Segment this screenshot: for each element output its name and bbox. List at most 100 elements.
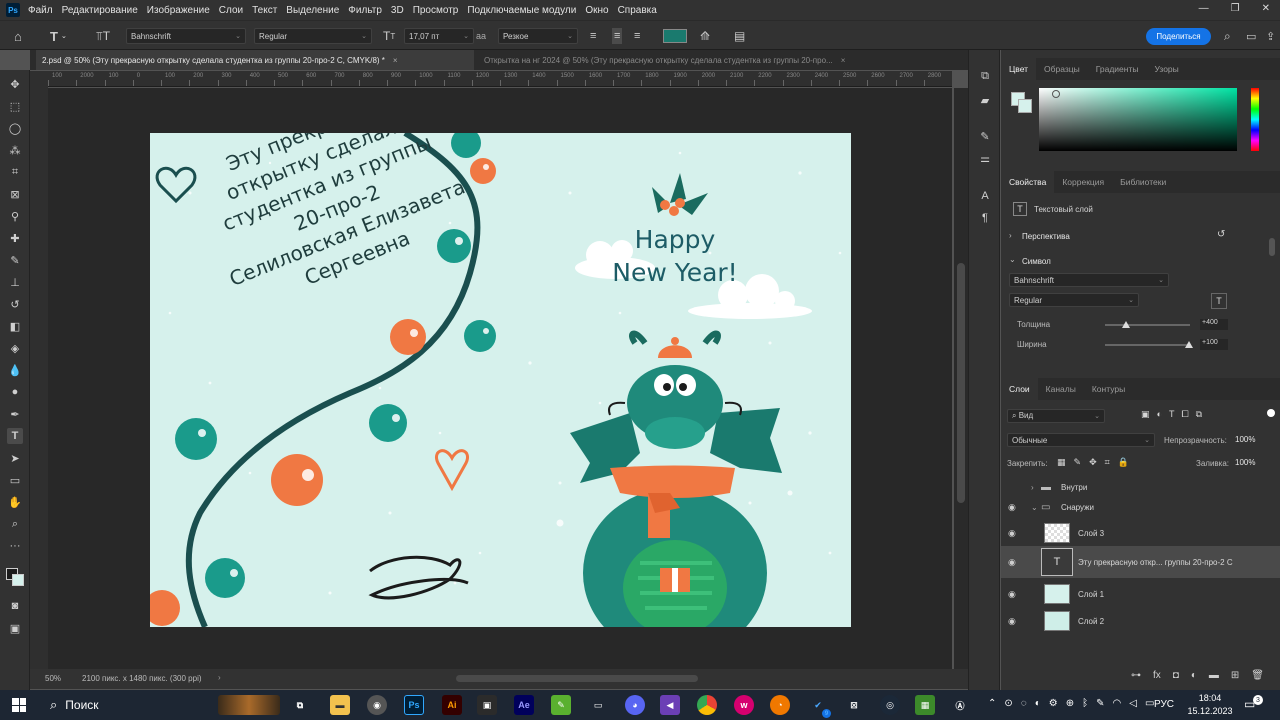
menu-file[interactable]: Файл (28, 5, 53, 16)
lock-transparent-icon[interactable]: ▦ (1057, 457, 1066, 468)
lock-artboard-icon[interactable]: ⌗ (1105, 457, 1110, 468)
lasso-tool-icon[interactable]: ◯ (7, 120, 23, 136)
warp-text-icon[interactable]: ⟰ (700, 28, 710, 44)
tab-layers[interactable]: Слои (1001, 378, 1038, 400)
screen-mode-icon[interactable]: ▣ (7, 620, 23, 636)
menu-image[interactable]: Изображение (147, 5, 210, 16)
add-mask-icon[interactable]: ◘ (1173, 670, 1179, 681)
illustrator-icon[interactable]: Ai (442, 695, 462, 715)
status-menu-arrow[interactable]: › (218, 673, 221, 682)
menu-window[interactable]: Окно (585, 5, 608, 16)
pen-tool-icon[interactable]: ✒ (7, 406, 23, 422)
menu-layers[interactable]: Слои (219, 5, 243, 16)
filter-adjustment-icon[interactable]: ◐ (1157, 409, 1162, 420)
antialias-select[interactable]: Резкое ⌄ (498, 28, 578, 44)
type-tool-icon[interactable]: T (7, 428, 23, 444)
properties-font-family[interactable]: Bahnschrift ⌄ (1009, 273, 1169, 287)
background-color-swatch[interactable] (12, 574, 24, 586)
scrollbar-thumb[interactable] (957, 263, 965, 503)
comments-panel-icon[interactable]: ▰ (977, 92, 993, 108)
adjustments-icon[interactable]: ⚌ (977, 150, 993, 166)
filter-type-icon[interactable]: T (1169, 409, 1175, 420)
rectangle-tool-icon[interactable]: ▭ (7, 472, 23, 488)
quick-mask-icon[interactable]: ◙ (7, 598, 23, 614)
history-brush-tool-icon[interactable]: ↺ (7, 296, 23, 312)
expand-icon[interactable]: › (1031, 483, 1034, 492)
news-widget-icon[interactable] (218, 695, 280, 715)
vertical-scrollbar[interactable] (954, 88, 968, 669)
visual-studio-icon[interactable]: ◀ (660, 695, 680, 715)
horizontal-scrollbar-thumb[interactable] (456, 675, 698, 682)
menu-view[interactable]: Просмотр (413, 5, 459, 16)
new-group-icon[interactable]: ▬ (1209, 670, 1219, 681)
menu-filter[interactable]: Фильтр (348, 5, 382, 16)
share-export-icon[interactable]: ⇪ (1266, 28, 1275, 44)
collapse-icon[interactable]: ⌄ (1009, 255, 1016, 264)
color-picker-field[interactable] (1039, 88, 1237, 151)
app-tray-icon[interactable]: ⊙ (1004, 698, 1012, 709)
brush-tool-icon[interactable]: ✎ (7, 252, 23, 268)
zoom-tool-icon[interactable]: ⌕ (7, 516, 23, 532)
align-right-icon[interactable]: ≡ (634, 28, 640, 44)
eye-icon[interactable]: ◉ (1008, 557, 1020, 568)
home-icon[interactable]: ⌂ (14, 28, 22, 44)
blender-icon[interactable]: ◔ (770, 695, 790, 715)
history-panel-icon[interactable]: ⧉ (977, 68, 993, 84)
path-selection-tool-icon[interactable]: ➤ (7, 450, 23, 466)
speaker-icon[interactable]: ◁ (1129, 698, 1137, 709)
magic-wand-tool-icon[interactable]: ⁂ (7, 142, 23, 158)
zoom-level[interactable]: 50% (45, 674, 61, 683)
app-tray-icon[interactable]: ◌ (1021, 698, 1027, 709)
fill-value[interactable]: 100% (1235, 458, 1255, 467)
paragraph-panel-icon[interactable]: ¶ (977, 210, 993, 226)
discord-icon[interactable]: ◕ (625, 695, 645, 715)
properties-font-style[interactable]: Regular ⌄ (1009, 293, 1139, 307)
eyedropper-tool-icon[interactable]: ⚲ (7, 208, 23, 224)
minimize-button[interactable]: — (1199, 3, 1209, 14)
wifi-icon[interactable]: ◠ (1113, 698, 1122, 709)
weight-slider[interactable] (1105, 324, 1190, 326)
layer-row[interactable]: ◉ Слой 3 (1001, 518, 1280, 548)
tab-channels[interactable]: Каналы (1038, 378, 1084, 400)
font-style-select[interactable]: Regular ⌄ (254, 28, 372, 44)
character-panel-icon[interactable]: A (977, 188, 993, 204)
tab-libraries[interactable]: Библиотеки (1112, 171, 1174, 193)
battery-icon[interactable]: ▭ (1145, 698, 1154, 709)
weight-slider-handle[interactable] (1122, 321, 1130, 328)
new-layer-icon[interactable]: ⊞ (1231, 670, 1239, 681)
lock-position-icon[interactable]: ✥ (1089, 457, 1097, 468)
layer-style-icon[interactable]: fx (1153, 670, 1161, 681)
lock-image-icon[interactable]: ✎ (1074, 457, 1082, 468)
section-symbol[interactable]: Символ (1022, 257, 1051, 266)
workspace-icon[interactable]: ▭ (1246, 28, 1256, 44)
tab-properties[interactable]: Свойства (1001, 171, 1055, 193)
vscode-icon[interactable]: ✔ 9 (808, 695, 831, 718)
tab-document-inactive[interactable]: Открытка на нг 2024 @ 50% (Эту прекрасну… (478, 50, 940, 70)
eraser-tool-icon[interactable]: ◧ (7, 318, 23, 334)
layer-row-selected[interactable]: ◉ T Эту прекрасную откр... группы 20-про… (1001, 546, 1280, 578)
file-explorer-icon[interactable]: ▬ (330, 695, 350, 715)
font-size-select[interactable]: 17,07 пт ⌄ (404, 28, 474, 44)
move-tool-icon[interactable]: ✥ (7, 76, 23, 92)
tab-swatches[interactable]: Образцы (1036, 58, 1088, 80)
hand-tool-icon[interactable]: ✋ (7, 494, 23, 510)
character-panel-icon[interactable]: ▤ (734, 28, 745, 44)
brush-settings-icon[interactable]: ✎ (977, 128, 993, 144)
after-effects-icon[interactable]: Ae (514, 695, 534, 715)
weight-value[interactable]: +400 (1200, 319, 1228, 330)
tab-patterns[interactable]: Узоры (1146, 58, 1186, 80)
language-indicator[interactable]: РУС (1154, 699, 1174, 710)
width-slider[interactable] (1105, 344, 1190, 346)
app-tray-icon[interactable]: ⊕ (1066, 698, 1074, 709)
chrome-icon[interactable] (697, 695, 717, 715)
expand-icon[interactable]: › (1009, 231, 1012, 240)
layers-filter-select[interactable]: ⌕ Вид ⌄ (1007, 409, 1105, 423)
reset-icon[interactable]: ↺ (1217, 229, 1225, 240)
healing-brush-tool-icon[interactable]: ✚ (7, 230, 23, 246)
adjustment-layer-icon[interactable]: ◐ (1191, 670, 1197, 681)
share-button[interactable]: Поделиться (1146, 28, 1211, 45)
section-perspective[interactable]: Перспектива (1022, 232, 1070, 241)
capcut-icon[interactable]: ⊠ (844, 695, 864, 715)
eye-icon[interactable]: ◉ (1008, 616, 1020, 627)
link-layers-icon[interactable]: ⊶ (1131, 670, 1141, 681)
